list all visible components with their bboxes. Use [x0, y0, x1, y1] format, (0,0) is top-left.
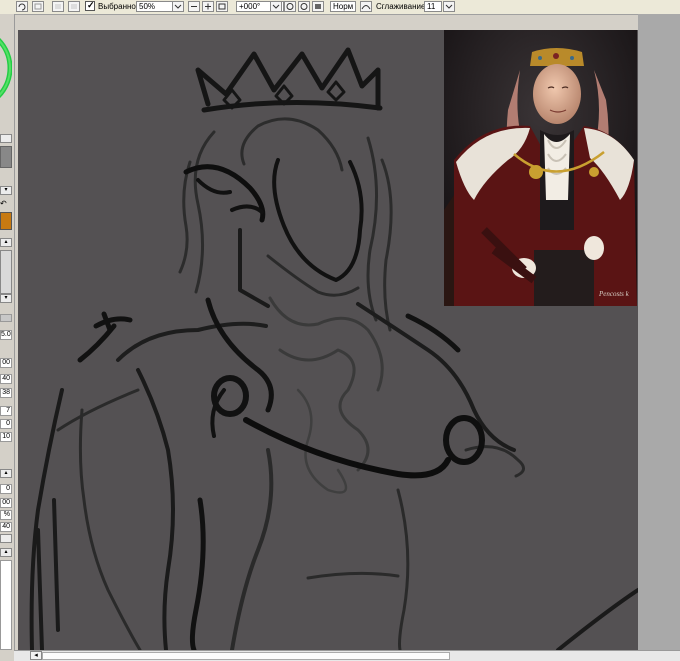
- rotate-ccw-icon[interactable]: [284, 1, 296, 12]
- panel-button-4[interactable]: ▴: [0, 469, 12, 478]
- zoom-reset-icon[interactable]: [216, 1, 228, 12]
- artist-signature: Pencosts k: [598, 290, 630, 298]
- rotate-left-icon[interactable]: [16, 1, 28, 12]
- workspace-background: [638, 14, 680, 650]
- primary-color-swatch[interactable]: [0, 212, 12, 230]
- reference-image: Pencosts k: [444, 30, 637, 306]
- top-toolbar: Выбранное 50% +000° Норм Сглаживание 11: [0, 0, 680, 15]
- rotation-reset-icon[interactable]: [312, 1, 324, 12]
- zoom-dropdown-icon[interactable]: [172, 1, 184, 12]
- flip-icon[interactable]: [52, 1, 64, 12]
- selected-label: Выбранное: [98, 2, 141, 11]
- clear-icon[interactable]: [68, 1, 80, 12]
- param-value-3[interactable]: 38: [0, 388, 12, 398]
- rotate-right-icon[interactable]: [32, 1, 44, 12]
- panel-button[interactable]: [0, 134, 12, 143]
- scroll-left-icon[interactable]: ◂: [30, 651, 42, 660]
- param-value-8[interactable]: 00: [0, 498, 12, 508]
- panel-dropdown-icon[interactable]: ▾: [0, 186, 12, 195]
- param-value-9[interactable]: %: [0, 510, 12, 520]
- smoothing-label: Сглаживание: [376, 2, 426, 11]
- panel-button-3[interactable]: ▾: [0, 294, 12, 303]
- zoom-out-icon[interactable]: [188, 1, 200, 12]
- param-value-6[interactable]: 10: [0, 432, 12, 442]
- color-wheel[interactable]: [0, 22, 12, 114]
- layer-list-scroll[interactable]: [0, 560, 12, 650]
- rotate-cw-icon[interactable]: [298, 1, 310, 12]
- blend-mode-select[interactable]: Норм: [330, 1, 356, 12]
- panel-button-5[interactable]: [0, 534, 12, 543]
- panel-button-6[interactable]: ▴: [0, 548, 12, 557]
- param-value-10[interactable]: 40: [0, 522, 12, 532]
- stabilizer-icon[interactable]: [360, 1, 372, 12]
- swap-colors-icon[interactable]: ↶: [0, 200, 12, 208]
- panel-button-2[interactable]: ▴: [0, 238, 12, 247]
- panel-scroll[interactable]: [0, 250, 12, 294]
- horizontal-scrollbar[interactable]: ◂: [14, 650, 680, 661]
- param-value-2[interactable]: 40: [0, 374, 12, 384]
- param-value-5[interactable]: 0: [0, 419, 12, 429]
- scroll-thumb[interactable]: [42, 652, 450, 660]
- param-value-7[interactable]: 0: [0, 484, 12, 494]
- selected-checkbox[interactable]: [85, 0, 95, 11]
- panel-bar[interactable]: [0, 314, 12, 322]
- param-value-4[interactable]: 7: [0, 406, 12, 416]
- rotation-dropdown-icon[interactable]: [270, 1, 282, 12]
- smoothing-dropdown-icon[interactable]: [443, 1, 455, 12]
- brush-size-value[interactable]: 5.0: [0, 330, 12, 340]
- zoom-in-icon[interactable]: [202, 1, 214, 12]
- drawing-canvas[interactable]: Pencosts k: [18, 30, 638, 650]
- param-value-1[interactable]: 00: [0, 358, 12, 368]
- panel-slider[interactable]: [0, 146, 12, 168]
- smoothing-select[interactable]: 11: [424, 1, 442, 12]
- tool-panel: ▾ ↶ ▴ ▾ 5.0 00 40 38 7 0 10 ▴ 0 00 % 40 …: [0, 14, 15, 660]
